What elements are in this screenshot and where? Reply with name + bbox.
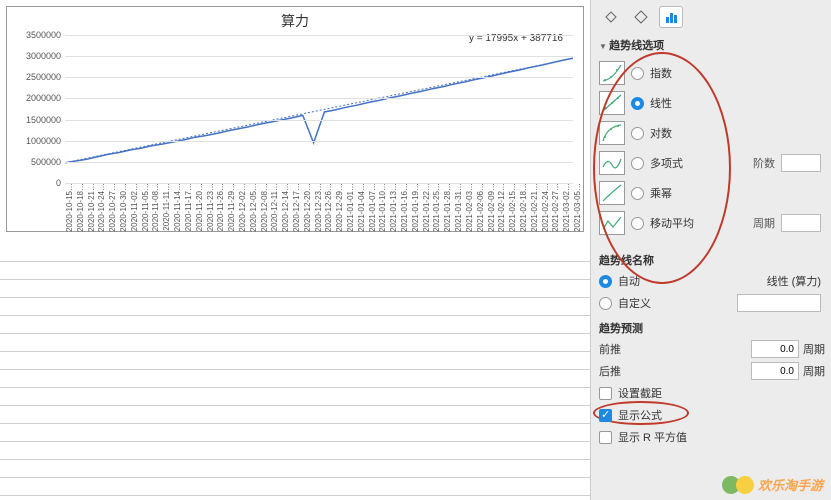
spreadsheet-grid[interactable] (0, 244, 590, 500)
moving-avg-icon (599, 211, 625, 235)
backward-input[interactable] (751, 362, 799, 380)
name-auto-radio[interactable] (599, 275, 612, 288)
logarithmic-icon (599, 121, 625, 145)
effects-tab[interactable] (629, 6, 653, 28)
chart-svg (65, 35, 573, 183)
trendline-type-group: 指数 线性 对数 多项式 阶数 乘幂 移动平均 周期 (591, 56, 831, 246)
trendline-logarithmic[interactable]: 对数 (599, 118, 827, 148)
forecast-backward-row: 后推 周期 (591, 360, 831, 382)
forecast-header: 趋势预测 (591, 314, 831, 338)
chart-options-tab[interactable] (659, 6, 683, 28)
poly-order-stepper[interactable] (781, 154, 821, 172)
power-radio[interactable] (631, 187, 644, 200)
panel-tabs (591, 4, 831, 34)
chart-title: 算力 (7, 7, 583, 35)
chart-container[interactable]: 算力 0500000100000015000002000000250000030… (6, 6, 584, 232)
plot-area: y = 17995x + 387716 (65, 35, 573, 183)
format-trendline-panel: 趋势线选项 指数 线性 对数 多项式 阶数 乘幂 (590, 0, 831, 500)
x-axis: 2020-10-15…2020-10-18…2020-10-21…2020-10… (65, 183, 569, 229)
ma-period-stepper[interactable] (781, 214, 821, 232)
polynomial-radio[interactable] (631, 157, 644, 170)
show-equation-checkbox[interactable] (599, 409, 612, 422)
paint-bucket-tab[interactable] (599, 6, 623, 28)
name-auto-row[interactable]: 自动 线性 (算力) (591, 270, 831, 292)
ma-period-label: 周期 (753, 215, 775, 231)
name-custom-radio[interactable] (599, 297, 612, 310)
power-icon (599, 181, 625, 205)
trendline-options-header[interactable]: 趋势线选项 (591, 34, 831, 56)
forecast-forward-row: 前推 周期 (591, 338, 831, 360)
set-intercept-row[interactable]: 设置截距 (591, 382, 831, 404)
exponential-radio[interactable] (631, 67, 644, 80)
main-area: 算力 0500000100000015000002000000250000030… (0, 0, 590, 500)
trendline-name-preview: 线性 (算力) (767, 273, 821, 289)
polynomial-icon (599, 151, 625, 175)
custom-name-input[interactable] (737, 294, 821, 312)
moving-avg-radio[interactable] (631, 217, 644, 230)
chart-plot: 0500000100000015000002000000250000030000… (17, 35, 577, 183)
set-intercept-checkbox[interactable] (599, 387, 612, 400)
show-r2-row[interactable]: 显示 R 平方值 (591, 426, 831, 448)
trendline-power[interactable]: 乘幂 (599, 178, 827, 208)
trendline-name-header: 趋势线名称 (591, 246, 831, 270)
y-axis: 0500000100000015000002000000250000030000… (17, 35, 63, 183)
forward-input[interactable] (751, 340, 799, 358)
logarithmic-radio[interactable] (631, 127, 644, 140)
name-custom-row[interactable]: 自定义 (591, 292, 831, 314)
exponential-icon (599, 61, 625, 85)
linear-icon (599, 91, 625, 115)
watermark: 欢乐淘手游 (722, 475, 823, 494)
trendline-exponential[interactable]: 指数 (599, 58, 827, 88)
show-r2-checkbox[interactable] (599, 431, 612, 444)
trendline-polynomial[interactable]: 多项式 阶数 (599, 148, 827, 178)
poly-order-label: 阶数 (753, 155, 775, 171)
show-equation-row[interactable]: 显示公式 (591, 404, 831, 426)
linear-radio[interactable] (631, 97, 644, 110)
trendline-linear[interactable]: 线性 (599, 88, 827, 118)
trendline-moving-avg[interactable]: 移动平均 周期 (599, 208, 827, 238)
